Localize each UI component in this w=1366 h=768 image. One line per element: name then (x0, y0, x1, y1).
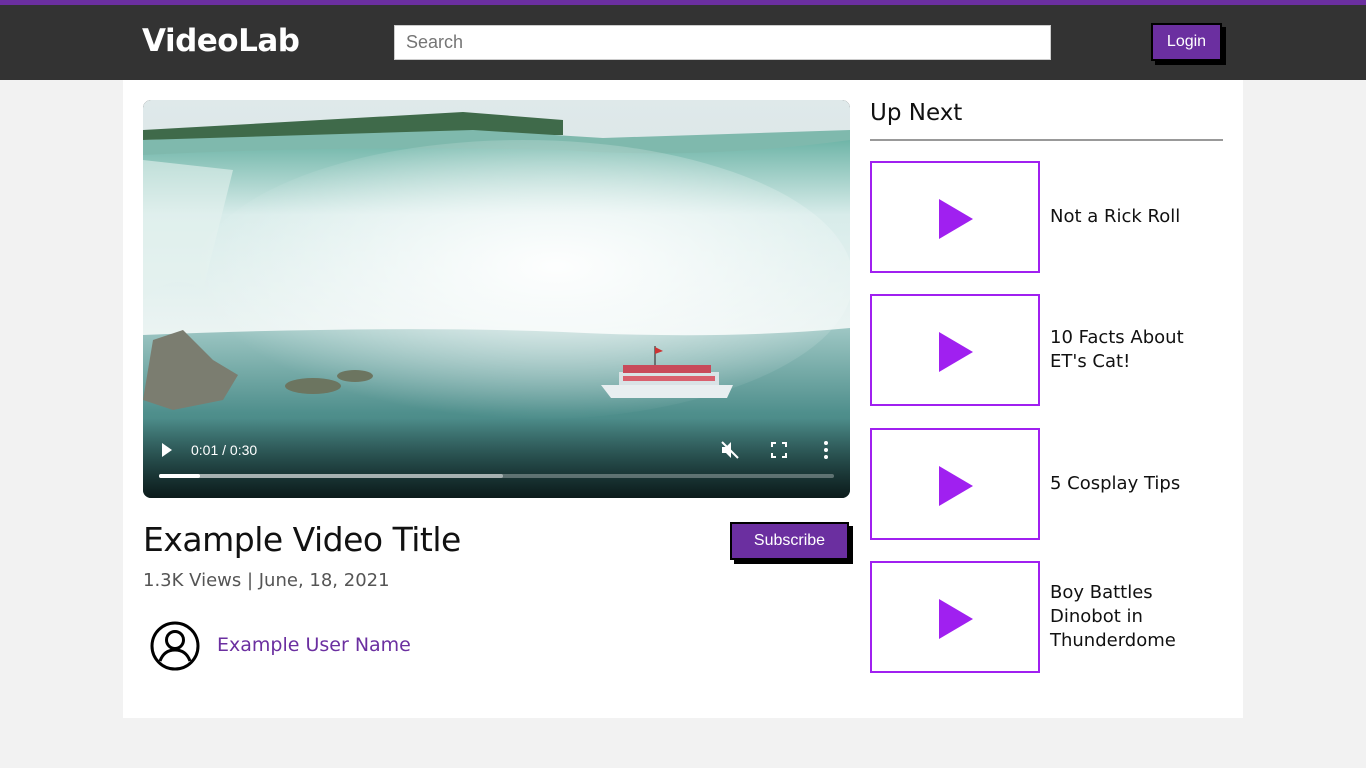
fullscreen-icon[interactable] (770, 441, 788, 459)
up-next-title[interactable]: Boy Battles Dinobot in Thunderdome (1050, 561, 1220, 673)
controls-overlay (143, 418, 850, 498)
progress-buffered (159, 474, 504, 478)
video-thumbnail[interactable] (870, 294, 1040, 406)
brand-logo[interactable]: VideoLab (142, 23, 300, 59)
play-icon (939, 199, 973, 239)
login-button[interactable]: Login (1151, 23, 1222, 61)
play-icon[interactable] (160, 441, 174, 459)
up-next-item[interactable]: 5 Cosplay Tips (870, 428, 1223, 540)
up-next-divider (870, 139, 1223, 141)
more-options-icon[interactable] (822, 440, 830, 460)
muted-volume-icon[interactable] (720, 440, 740, 460)
main-panel: 0:01 / 0:30 Example Video Title 1.3K Vie… (123, 80, 1243, 718)
top-bar: VideoLab Login (0, 0, 1366, 80)
play-icon (939, 466, 973, 506)
progress-bar[interactable] (159, 474, 834, 478)
video-title: Example Video Title (143, 520, 461, 559)
search-input[interactable] (394, 25, 1051, 60)
user-name-link[interactable]: Example User Name (217, 634, 411, 656)
video-thumbnail[interactable] (870, 428, 1040, 540)
up-next-item[interactable]: Boy Battles Dinobot in Thunderdome (870, 561, 1223, 673)
video-player[interactable]: 0:01 / 0:30 (143, 100, 850, 498)
up-next-title[interactable]: 5 Cosplay Tips (1050, 428, 1220, 540)
user-avatar-icon[interactable] (150, 621, 200, 671)
video-meta: 1.3K Views | June, 18, 2021 (143, 570, 390, 591)
progress-played (159, 474, 200, 478)
up-next-item[interactable]: 10 Facts About ET's Cat! (870, 294, 1223, 406)
play-icon (939, 332, 973, 372)
play-icon (939, 599, 973, 639)
up-next-title[interactable]: 10 Facts About ET's Cat! (1050, 294, 1220, 406)
up-next-item[interactable]: Not a Rick Roll (870, 161, 1223, 273)
subscribe-button[interactable]: Subscribe (730, 522, 849, 560)
up-next-title[interactable]: Not a Rick Roll (1050, 161, 1220, 273)
up-next-heading: Up Next (870, 100, 963, 126)
time-display: 0:01 / 0:30 (191, 442, 258, 458)
video-thumbnail[interactable] (870, 561, 1040, 673)
video-thumbnail[interactable] (870, 161, 1040, 273)
